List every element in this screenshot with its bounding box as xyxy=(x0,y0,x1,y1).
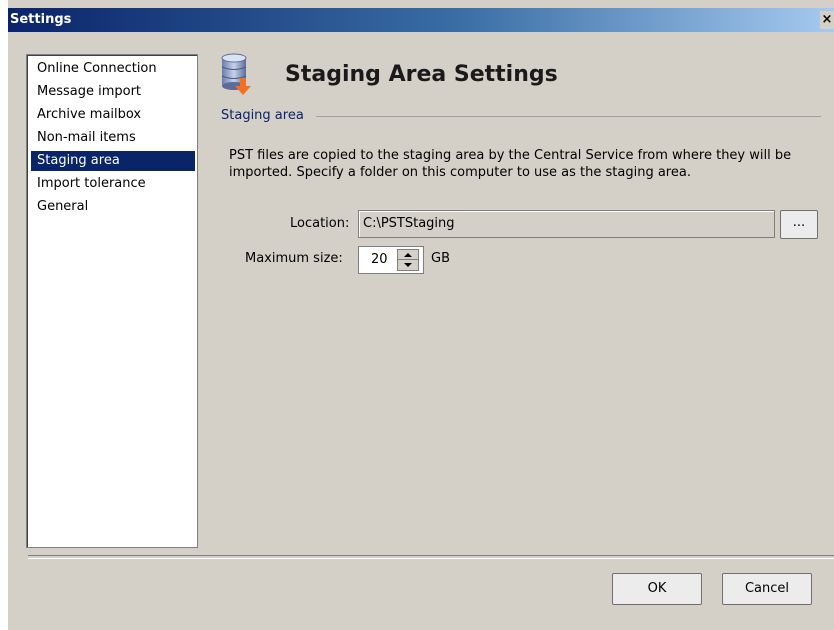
location-label: Location: xyxy=(290,216,350,231)
arrow-down-icon xyxy=(404,263,412,267)
spin-control[interactable] xyxy=(397,249,419,271)
title-bar[interactable]: Settings × xyxy=(8,8,834,32)
background-strip xyxy=(0,0,8,630)
group-divider xyxy=(316,116,821,117)
nav-item-import-tolerance[interactable]: Import tolerance xyxy=(31,174,195,194)
nav-item-online-connection[interactable]: Online Connection xyxy=(31,59,195,79)
nav-item-non-mail-items[interactable]: Non-mail items xyxy=(31,128,195,148)
max-size-stepper[interactable]: 20 xyxy=(358,246,424,274)
dialog-body: Online Connection Message import Archive… xyxy=(8,32,834,630)
ok-button[interactable]: OK xyxy=(612,573,702,605)
close-icon: × xyxy=(821,12,833,27)
settings-window: Settings × Online Connection Message imp… xyxy=(0,0,834,630)
close-button[interactable]: × xyxy=(820,11,834,29)
nav-item-staging-area[interactable]: Staging area xyxy=(31,151,195,171)
description-text: PST files are copied to the staging area… xyxy=(229,148,792,180)
spin-up-button[interactable] xyxy=(398,250,418,260)
spin-down-button[interactable] xyxy=(398,260,418,270)
max-size-value[interactable]: 20 xyxy=(371,252,388,267)
cancel-button[interactable]: Cancel xyxy=(722,573,812,605)
size-unit: GB xyxy=(431,251,450,266)
settings-nav-list[interactable]: Online Connection Message import Archive… xyxy=(26,54,198,548)
nav-item-message-import[interactable]: Message import xyxy=(31,82,195,102)
group-label: Staging area xyxy=(221,108,304,123)
nav-item-archive-mailbox[interactable]: Archive mailbox xyxy=(31,105,195,125)
page-title: Staging Area Settings xyxy=(285,62,558,87)
database-download-icon xyxy=(218,52,258,98)
arrow-up-icon xyxy=(404,253,412,257)
location-field[interactable]: C:\PSTStaging xyxy=(358,210,775,238)
footer-separator xyxy=(28,555,834,559)
window-title: Settings xyxy=(10,12,72,27)
nav-item-general[interactable]: General xyxy=(31,197,195,217)
max-size-label: Maximum size: xyxy=(245,251,343,266)
browse-button[interactable]: ... xyxy=(780,210,818,239)
